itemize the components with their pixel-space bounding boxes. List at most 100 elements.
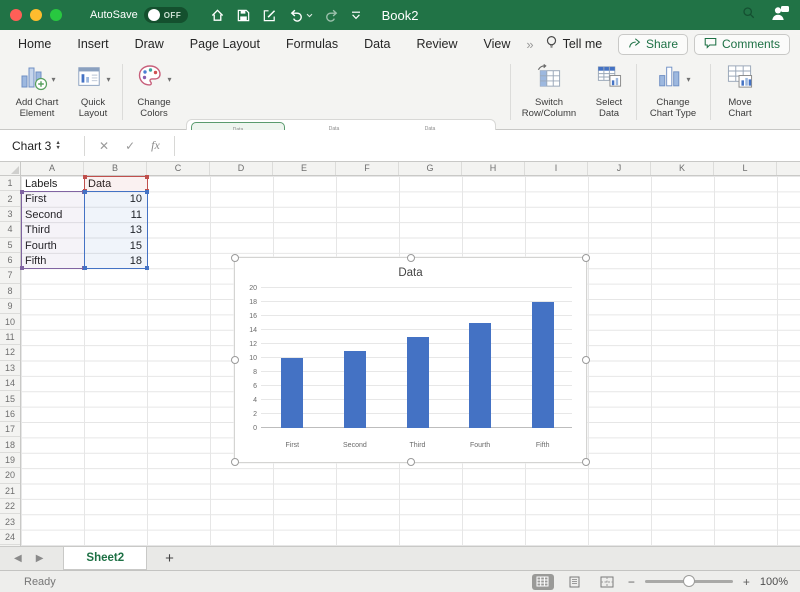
row-header-6[interactable]: 6 xyxy=(0,253,20,268)
enter-icon[interactable]: ✓ xyxy=(125,139,135,153)
comments-button[interactable]: Comments xyxy=(694,34,790,55)
tab-view[interactable]: View xyxy=(483,37,510,51)
normal-view-button[interactable] xyxy=(532,574,554,590)
customize-toolbar-icon[interactable] xyxy=(351,11,361,20)
column-header-A[interactable]: A xyxy=(21,162,84,175)
tab-draw[interactable]: Draw xyxy=(135,37,164,51)
row-header-7[interactable]: 7 xyxy=(0,268,20,283)
bar-second[interactable] xyxy=(344,351,366,428)
row-header-20[interactable]: 20 xyxy=(0,468,20,483)
row-header-2[interactable]: 2 xyxy=(0,191,20,206)
embedded-chart[interactable]: Data 02468101214161820FirstSecondThirdFo… xyxy=(234,257,587,463)
page-layout-view-button[interactable] xyxy=(564,574,586,590)
chart-resize-handle[interactable] xyxy=(582,356,590,364)
edit-compose-icon[interactable] xyxy=(262,8,277,23)
column-header-H[interactable]: H xyxy=(462,162,525,175)
tab-insert[interactable]: Insert xyxy=(77,37,108,51)
name-box-stepper[interactable]: ▲▼ xyxy=(55,141,60,150)
account-avatar-icon[interactable] xyxy=(770,5,790,26)
row-header-23[interactable]: 23 xyxy=(0,514,20,529)
zoom-in-button[interactable]: + xyxy=(743,575,750,589)
sheet-tab-active[interactable]: Sheet2 xyxy=(63,547,147,570)
chart-resize-handle[interactable] xyxy=(582,254,590,262)
select-data-button[interactable]: Select Data xyxy=(586,62,632,120)
column-header-E[interactable]: E xyxy=(273,162,336,175)
name-box[interactable]: Chart 3 ▲▼ xyxy=(0,130,78,161)
tab-page-layout[interactable]: Page Layout xyxy=(190,37,260,51)
bar-fifth[interactable] xyxy=(532,302,554,428)
chart-resize-handle[interactable] xyxy=(407,254,415,262)
autosave-toggle[interactable]: AutoSave OFF xyxy=(90,7,188,23)
row-header-22[interactable]: 22 xyxy=(0,499,20,514)
column-header-L[interactable]: L xyxy=(714,162,777,175)
row-header-1[interactable]: 1 xyxy=(0,176,20,191)
zoom-slider-thumb[interactable] xyxy=(683,575,695,587)
column-header-D[interactable]: D xyxy=(210,162,273,175)
zoom-out-button[interactable]: − xyxy=(628,575,635,589)
tell-me-control[interactable]: Tell me xyxy=(546,35,603,53)
bar-third[interactable] xyxy=(407,337,429,428)
row-header-13[interactable]: 13 xyxy=(0,361,20,376)
undo-icon[interactable] xyxy=(288,8,304,23)
redo-icon[interactable] xyxy=(324,8,340,23)
formula-input[interactable] xyxy=(181,130,800,161)
column-header-F[interactable]: F xyxy=(336,162,399,175)
tab-data[interactable]: Data xyxy=(364,37,390,51)
row-header-17[interactable]: 17 xyxy=(0,422,20,437)
minimize-window-button[interactable] xyxy=(30,9,42,21)
tab-overflow-chevron-icon[interactable]: » xyxy=(526,37,531,52)
row-header-11[interactable]: 11 xyxy=(0,330,20,345)
chart-resize-handle[interactable] xyxy=(407,458,415,466)
add-sheet-button[interactable]: + xyxy=(165,550,174,567)
row-header-15[interactable]: 15 xyxy=(0,391,20,406)
next-sheet-arrow-icon[interactable]: ▶ xyxy=(36,553,44,564)
chart-title[interactable]: Data xyxy=(235,267,586,279)
row-header-5[interactable]: 5 xyxy=(0,238,20,253)
select-all-corner[interactable] xyxy=(0,162,21,176)
autosave-switch[interactable]: OFF xyxy=(144,7,188,23)
page-break-view-button[interactable] xyxy=(596,574,618,590)
tab-formulas[interactable]: Formulas xyxy=(286,37,338,51)
column-headers[interactable]: ABCDEFGHIJKLM xyxy=(21,162,800,176)
column-header-G[interactable]: G xyxy=(399,162,462,175)
column-header-B[interactable]: B xyxy=(84,162,147,175)
home-icon[interactable] xyxy=(210,8,225,23)
column-header-J[interactable]: J xyxy=(588,162,651,175)
chart-resize-handle[interactable] xyxy=(231,356,239,364)
row-headers[interactable]: 123456789101112131415161718192021222324 xyxy=(0,176,21,546)
row-header-12[interactable]: 12 xyxy=(0,345,20,360)
quick-layout-button[interactable]: ▾ Quick Layout xyxy=(70,62,116,120)
row-header-9[interactable]: 9 xyxy=(0,299,20,314)
add-chart-element-button[interactable]: ▾ Add Chart Element xyxy=(8,62,66,120)
chart-resize-handle[interactable] xyxy=(231,458,239,466)
row-header-19[interactable]: 19 xyxy=(0,453,20,468)
chart-resize-handle[interactable] xyxy=(231,254,239,262)
prev-sheet-arrow-icon[interactable]: ◀ xyxy=(14,553,22,564)
cancel-icon[interactable]: ✕ xyxy=(99,139,109,153)
tab-review[interactable]: Review xyxy=(416,37,457,51)
change-colors-button[interactable]: ▾ Change Colors xyxy=(128,62,180,120)
column-header-M[interactable]: M xyxy=(777,162,800,175)
search-icon[interactable] xyxy=(742,6,756,25)
close-window-button[interactable] xyxy=(10,9,22,21)
save-icon[interactable] xyxy=(236,8,251,23)
zoom-slider[interactable] xyxy=(645,580,733,583)
zoom-window-button[interactable] xyxy=(50,9,62,21)
column-header-C[interactable]: C xyxy=(147,162,210,175)
change-chart-type-button[interactable]: ▾ Change Chart Type xyxy=(642,62,704,120)
undo-dropdown-chevron-icon[interactable] xyxy=(306,13,313,18)
row-header-18[interactable]: 18 xyxy=(0,437,20,452)
column-header-K[interactable]: K xyxy=(651,162,714,175)
column-header-I[interactable]: I xyxy=(525,162,588,175)
tab-home[interactable]: Home xyxy=(18,37,51,51)
row-header-21[interactable]: 21 xyxy=(0,484,20,499)
share-button[interactable]: Share xyxy=(618,34,688,55)
bar-fourth[interactable] xyxy=(469,323,491,428)
row-header-24[interactable]: 24 xyxy=(0,530,20,545)
switch-row-column-button[interactable]: Switch Row/Column xyxy=(518,62,580,120)
cell-A1[interactable]: Labels xyxy=(25,177,79,191)
chart-resize-handle[interactable] xyxy=(582,458,590,466)
insert-function-icon[interactable]: fx xyxy=(151,138,160,153)
chart-plot-area[interactable] xyxy=(261,290,572,428)
bar-first[interactable] xyxy=(281,358,303,428)
